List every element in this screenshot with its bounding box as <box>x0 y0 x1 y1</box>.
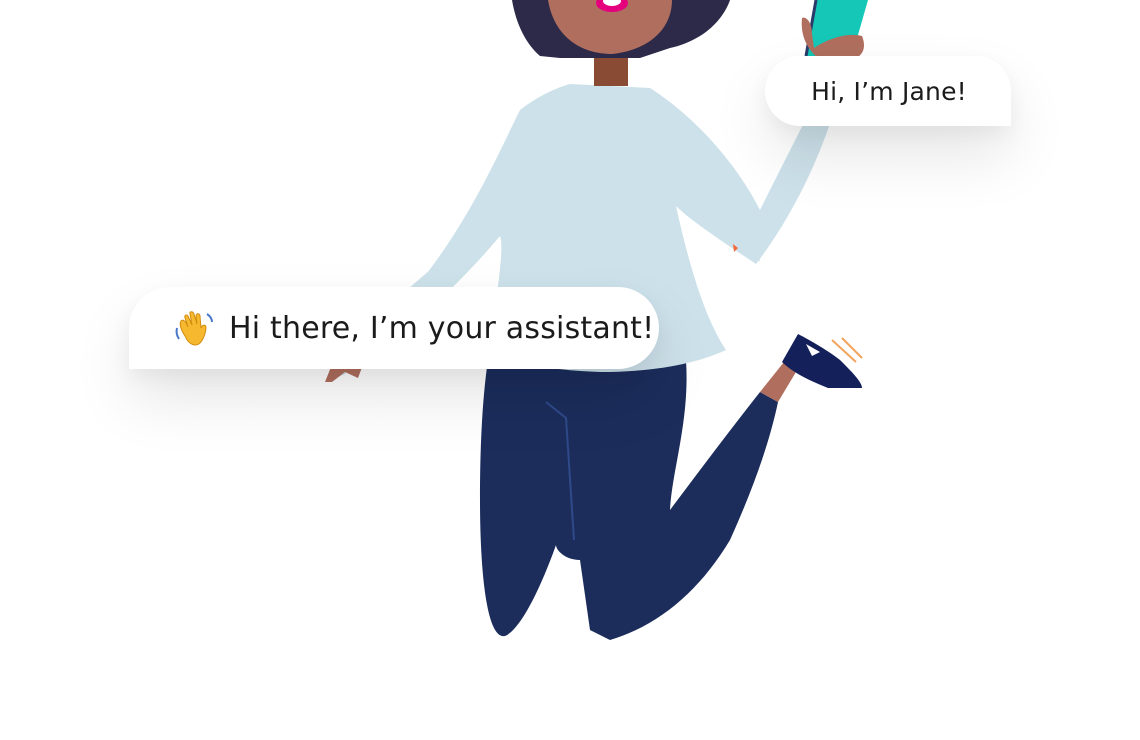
speech-bubble-jane: Hi, I’m Jane! <box>765 56 1011 126</box>
waving-hand-icon <box>171 306 215 350</box>
shoe <box>782 334 862 388</box>
speech-bubble-assistant: Hi there, I’m your assistant! <box>129 287 659 369</box>
assistant-greeting-text: Hi there, I’m your assistant! <box>229 310 655 346</box>
hero-illustration: Hi, I’m Jane! Hi there, I’m your assista… <box>0 0 1140 740</box>
pants <box>480 360 778 640</box>
jane-greeting-text: Hi, I’m Jane! <box>811 76 967 106</box>
